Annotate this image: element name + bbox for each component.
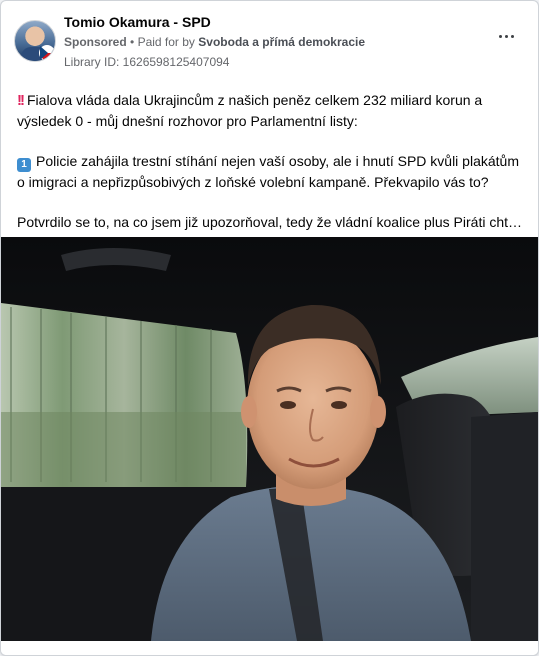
post-photo[interactable] [1,237,538,641]
page-name[interactable]: Tomio Okamura - SPD [64,14,211,30]
paid-for-prefix: Paid for by [137,35,195,49]
paragraph-1: !! Fialova vláda dala Ukrajincům z našich… [17,90,527,131]
post-header: Tomio Okamura - SPD Sponsored • Paid for… [1,1,538,81]
meta-separator: • [130,35,135,49]
paragraph-3-text: Potvrdilo se to, na co jsem již upozorňo… [17,214,527,230]
double-exclamation-icon: !! [17,92,25,109]
keycap-one-icon: 1 [17,158,31,172]
card-footer-strip [1,641,538,655]
post-body: !! Fialova vláda dala Ukrajincům z našich… [17,90,527,232]
paragraph-3: Potvrdilo se to, na co jsem již upozorňo… [17,212,527,232]
payer-name[interactable]: Svoboda a přímá demokracie [198,35,365,49]
paragraph-2: 1 Policie zahájila trestní stíhání nejen … [17,151,527,192]
ad-post-card: Tomio Okamura - SPD Sponsored • Paid for… [0,0,539,656]
more-horizontal-icon[interactable] [498,33,516,41]
paragraph-1-text: Fialova vláda dala Ukrajincům z našich p… [17,92,483,129]
library-id: Library ID: 1626598125407094 [64,55,230,69]
sponsored-label: Sponsored [64,35,127,49]
page-avatar[interactable] [14,20,56,62]
sponsor-line: Sponsored • Paid for by Svoboda a přímá … [64,35,365,49]
czech-flag-icon [39,45,55,61]
paragraph-2-text: Policie zahájila trestní stíhání nejen v… [17,153,519,190]
